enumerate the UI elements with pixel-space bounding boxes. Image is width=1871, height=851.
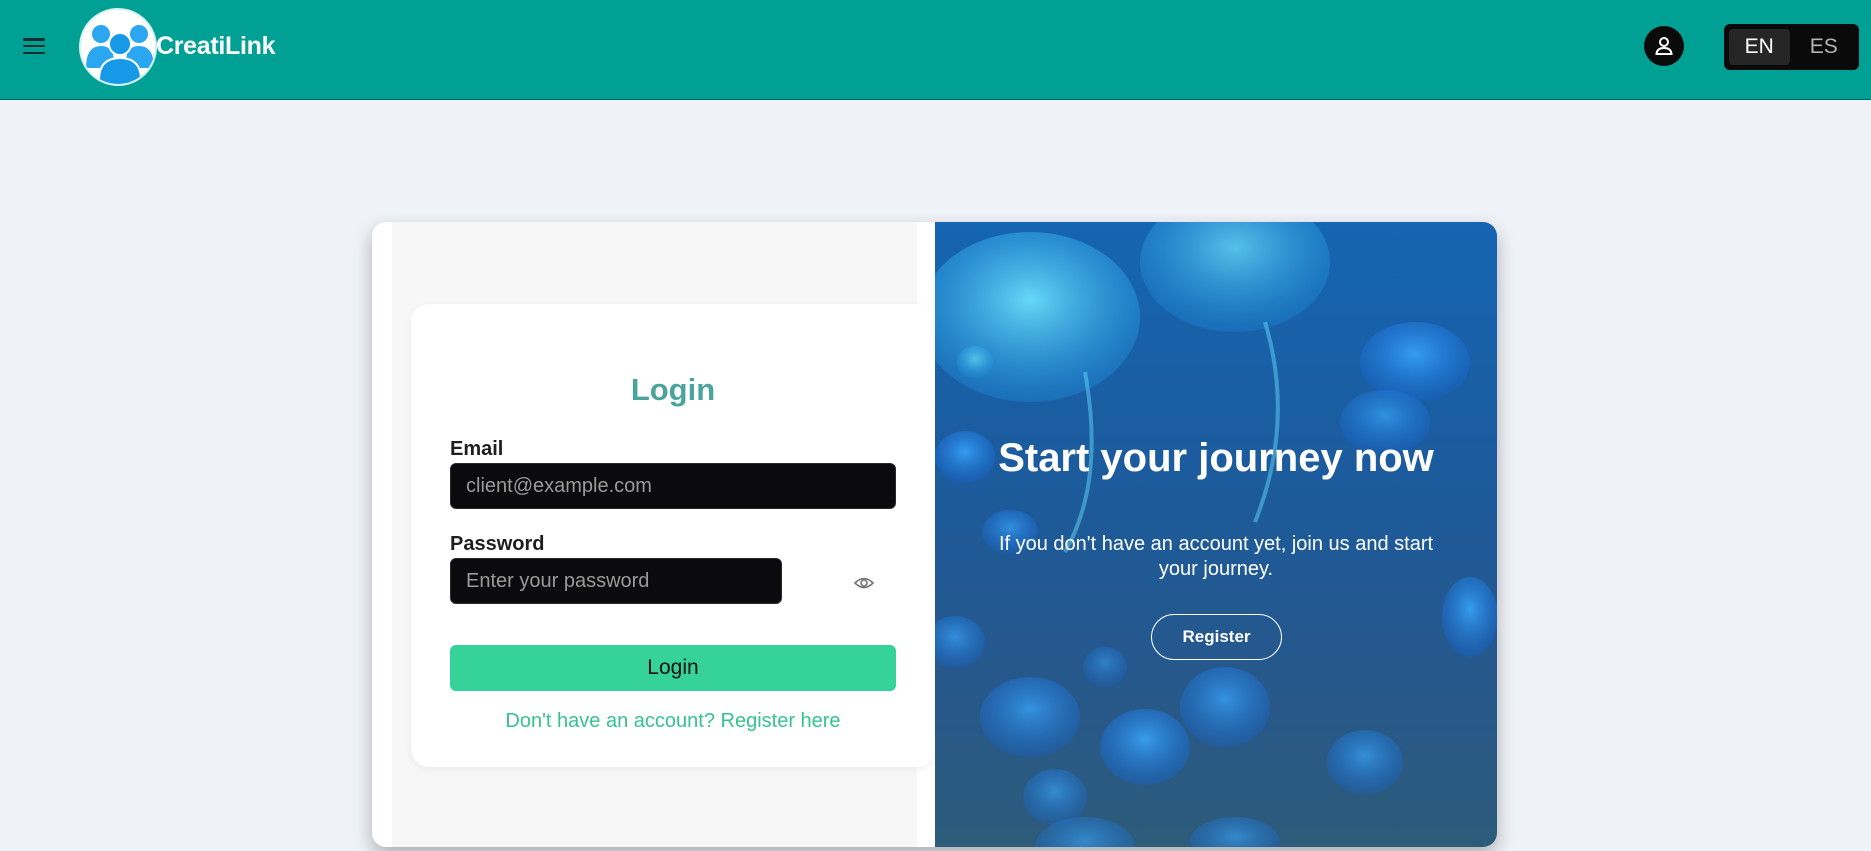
eye-icon[interactable] bbox=[853, 572, 875, 594]
login-form: Login Email Password Login Don't have an… bbox=[411, 304, 935, 767]
auth-card: Login Email Password Login Don't have an… bbox=[372, 222, 1497, 847]
language-en-button[interactable]: EN bbox=[1729, 29, 1790, 65]
brand-name[interactable]: CreatiLink bbox=[156, 32, 276, 61]
people-group-logo[interactable] bbox=[79, 8, 157, 86]
promo-title: Start your journey now bbox=[998, 436, 1434, 480]
promo-text: If you don't have an account yet, join u… bbox=[998, 533, 1434, 580]
login-pane: Login Email Password Login Don't have an… bbox=[392, 222, 935, 847]
register-link[interactable]: Don't have an account? Register here bbox=[411, 710, 935, 733]
menu-icon[interactable] bbox=[20, 34, 48, 58]
login-button[interactable]: Login bbox=[450, 645, 896, 691]
password-input[interactable] bbox=[450, 558, 782, 604]
password-label: Password bbox=[450, 533, 545, 555]
user-icon[interactable] bbox=[1644, 26, 1684, 66]
register-button[interactable]: Register bbox=[1151, 614, 1282, 660]
email-label: Email bbox=[450, 438, 504, 460]
login-title: Login bbox=[630, 372, 716, 407]
language-es-button[interactable]: ES bbox=[1794, 29, 1855, 65]
email-input[interactable] bbox=[450, 463, 896, 509]
language-switcher: EN ES bbox=[1724, 24, 1859, 70]
promo-pane: Start your journey now If you don't have… bbox=[935, 222, 1497, 847]
top-navbar: CreatiLink EN ES bbox=[0, 0, 1871, 100]
